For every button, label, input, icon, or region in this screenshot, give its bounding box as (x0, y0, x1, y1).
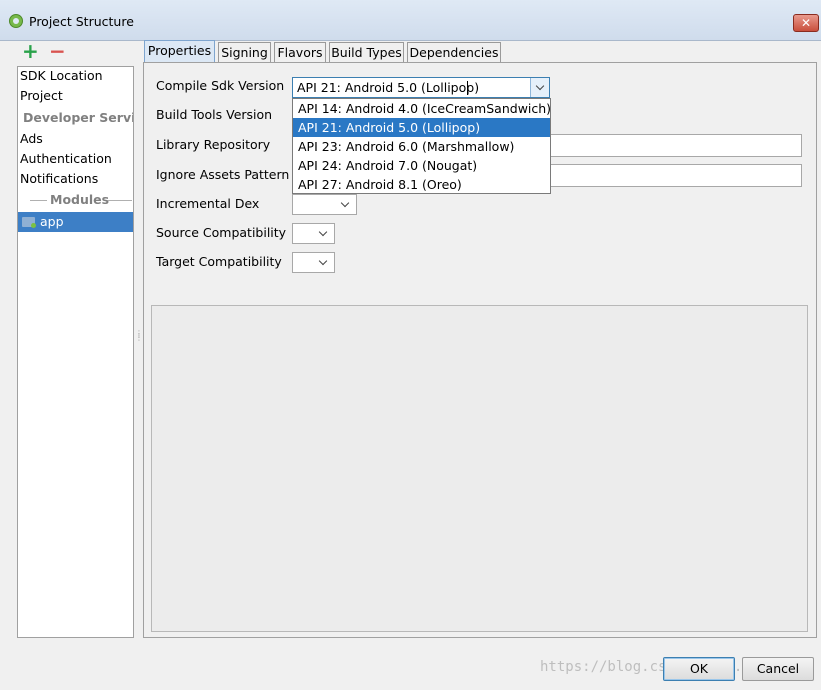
chevron-down-icon (314, 253, 334, 272)
section-header-modules: Modules (50, 192, 110, 207)
dropdown-option[interactable]: API 27: Android 8.1 (Oreo) (293, 175, 550, 194)
tab-flavors[interactable]: Flavors (274, 42, 326, 62)
tab-dependencies[interactable]: Dependencies (407, 42, 501, 62)
ignore-assets-input[interactable] (549, 164, 802, 187)
text-caret (467, 81, 468, 95)
compile-sdk-value: API 21: Android 5.0 (Lollipop) (297, 80, 480, 95)
chevron-down-icon (336, 195, 356, 214)
dropdown-option[interactable]: API 14: Android 4.0 (IceCreamSandwich) (293, 99, 551, 118)
module-folder-icon (22, 217, 36, 228)
ignore-assets-label: Ignore Assets Pattern (156, 167, 290, 182)
list-item-project[interactable]: Project (20, 87, 63, 105)
list-item-ads[interactable]: Ads (20, 130, 43, 148)
module-item-app[interactable]: app (18, 212, 133, 232)
source-compat-label: Source Compatibility (156, 225, 287, 240)
library-repository-label: Library Repository (156, 137, 271, 152)
dropdown-option[interactable]: API 23: Android 6.0 (Marshmallow) (293, 137, 550, 156)
close-button[interactable]: ✕ (793, 14, 819, 32)
chevron-down-icon[interactable] (530, 78, 549, 97)
remove-module-button[interactable]: − (49, 41, 66, 61)
divider (30, 200, 47, 201)
settings-list: SDK Location Project Developer Servi... … (17, 66, 134, 638)
window-title: Project Structure (29, 14, 134, 29)
android-studio-icon (9, 14, 23, 28)
dropdown-option-selected[interactable]: API 21: Android 5.0 (Lollipop) (293, 118, 550, 137)
build-tools-label: Build Tools Version (156, 107, 273, 122)
title-bar: Project Structure ✕ (0, 0, 821, 41)
add-module-button[interactable]: + (22, 41, 39, 61)
modules-section: Modules (18, 191, 133, 209)
incremental-dex-select[interactable] (292, 194, 357, 215)
ok-button[interactable]: OK (663, 657, 735, 681)
splitter-handle[interactable]: ⋮ ⋮ (135, 330, 143, 346)
compile-sdk-label: Compile Sdk Version (156, 78, 285, 93)
library-repository-input[interactable] (549, 134, 802, 157)
list-item-notifications[interactable]: Notifications (20, 170, 98, 188)
dropdown-option[interactable]: API 24: Android 7.0 (Nougat) (293, 156, 550, 175)
tab-build-types[interactable]: Build Types (329, 42, 404, 62)
list-item-authentication[interactable]: Authentication (20, 150, 112, 168)
chevron-down-icon (314, 224, 334, 243)
details-area (151, 305, 808, 632)
tab-signing[interactable]: Signing (218, 42, 271, 62)
cancel-button[interactable]: Cancel (742, 657, 814, 681)
compile-sdk-select[interactable]: API 21: Android 5.0 (Lollipop) (292, 77, 550, 98)
target-compat-label: Target Compatibility (156, 254, 282, 269)
tab-properties[interactable]: Properties (144, 40, 215, 63)
incremental-dex-label: Incremental Dex (156, 196, 260, 211)
compile-sdk-dropdown: API 14: Android 4.0 (IceCreamSandwich) A… (292, 98, 551, 194)
section-header-developer-services: Developer Servi... (23, 110, 133, 125)
divider (108, 200, 132, 201)
target-compat-select[interactable] (292, 252, 335, 273)
module-label: app (40, 214, 64, 229)
list-item-sdk-location[interactable]: SDK Location (20, 67, 103, 85)
source-compat-select[interactable] (292, 223, 335, 244)
